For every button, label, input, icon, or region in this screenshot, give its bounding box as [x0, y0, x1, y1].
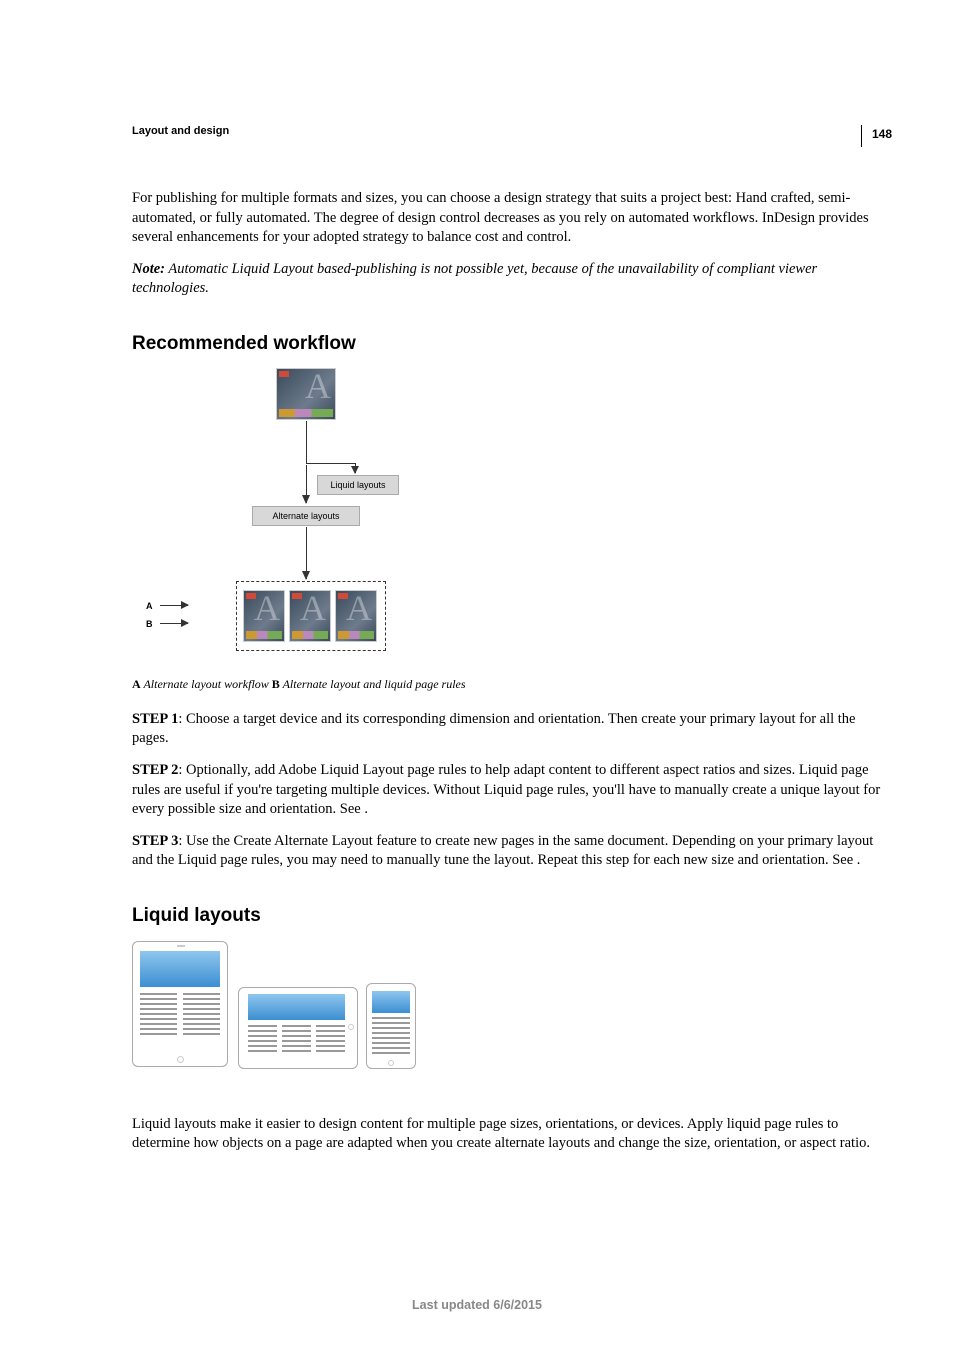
step-1-label: STEP 1	[132, 711, 178, 727]
diagram-arrow-a	[160, 605, 188, 606]
intro-paragraph: For publishing for multiple formats and …	[132, 189, 884, 248]
diagram-arrow-down-2	[306, 465, 307, 503]
diagram-thumbnail-top	[277, 369, 335, 419]
diagram-arrow-down-1	[306, 421, 307, 463]
caption-key-b: B	[272, 677, 280, 691]
diagram-label-a: A	[146, 601, 153, 611]
step-2-text: : Optionally, add Adobe Liquid Layout pa…	[132, 762, 880, 817]
step-1-text: : Choose a target device and its corresp…	[132, 711, 855, 747]
caption-key-a: A	[132, 677, 141, 691]
diagram-thumbnail-bottom-3	[336, 591, 376, 641]
liquid-paragraph: Liquid layouts make it easier to design …	[132, 1115, 884, 1154]
diagram-thumbnail-bottom-1	[244, 591, 284, 641]
diagram-button-alternate-layouts: Alternate layouts	[252, 506, 360, 526]
liquid-layouts-figure	[132, 941, 884, 1077]
caption-text-a: Alternate layout workflow	[141, 677, 272, 691]
diagram-thumbnail-bottom-2	[290, 591, 330, 641]
step-2-label: STEP 2	[132, 762, 178, 778]
step-3-text: : Use the Create Alternate Layout featur…	[132, 833, 873, 869]
device-tablet-landscape	[238, 987, 358, 1069]
step-1: STEP 1: Choose a target device and its c…	[132, 710, 884, 749]
workflow-diagram: Liquid layouts Alternate layouts A B	[132, 369, 472, 669]
diagram-button-liquid-layouts: Liquid layouts	[317, 475, 399, 495]
note-paragraph: Note: Automatic Liquid Layout based-publ…	[132, 260, 884, 299]
step-2: STEP 2: Optionally, add Adobe Liquid Lay…	[132, 761, 884, 820]
diagram-label-b: B	[146, 619, 153, 629]
section-header: Layout and design	[132, 125, 884, 137]
page-number: 148	[861, 125, 892, 147]
step-3-label: STEP 3	[132, 833, 178, 849]
page-number-value: 148	[872, 127, 892, 141]
note-label: Note:	[132, 261, 165, 277]
heading-liquid-layouts: Liquid layouts	[132, 905, 884, 927]
diagram-arrow-b	[160, 623, 188, 624]
diagram-arrow-down-3	[306, 527, 307, 579]
note-text: Automatic Liquid Layout based-publishing…	[132, 261, 817, 297]
device-phone-portrait	[366, 983, 416, 1069]
diagram-caption: A Alternate layout workflow B Alternate …	[132, 677, 884, 692]
heading-recommended-workflow: Recommended workflow	[132, 333, 884, 355]
diagram-arrow-branch-right	[306, 463, 356, 464]
caption-text-b: Alternate layout and liquid page rules	[280, 677, 466, 691]
page: 148 Layout and design For publishing for…	[0, 0, 954, 1206]
diagram-arrow-branch-down	[355, 463, 356, 473]
step-3: STEP 3: Use the Create Alternate Layout …	[132, 832, 884, 871]
device-tablet-portrait	[132, 941, 228, 1067]
footer-last-updated: Last updated 6/6/2015	[0, 1298, 954, 1312]
